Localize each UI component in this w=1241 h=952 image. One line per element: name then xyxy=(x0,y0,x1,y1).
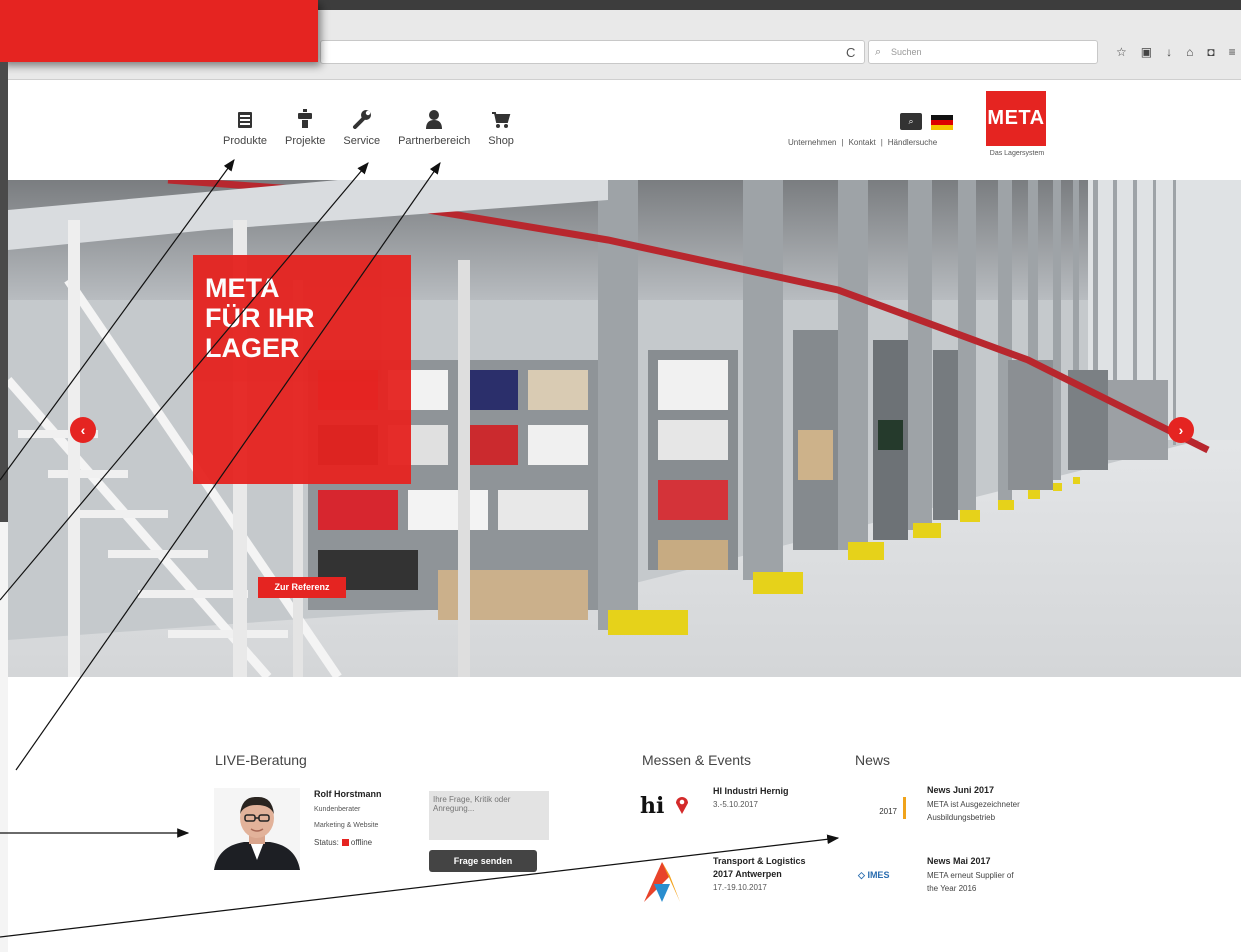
news-text: META ist Ausgezeichneter Ausbildungsbetr… xyxy=(927,800,1020,822)
news-section-title: News xyxy=(855,752,891,768)
link-kontakt[interactable]: Kontakt xyxy=(849,138,876,147)
news-title[interactable]: News Juni 2017 xyxy=(927,785,994,795)
rack-icon xyxy=(295,107,315,129)
imes-logo[interactable]: ◇ IMES xyxy=(858,870,889,881)
left-dark-strip xyxy=(0,62,8,522)
live-section-title: LIVE-Beratung xyxy=(215,752,307,768)
wrench-icon xyxy=(352,107,372,129)
address-bar[interactable] xyxy=(320,40,865,64)
nav-label: Shop xyxy=(488,135,514,147)
status-indicator xyxy=(341,839,349,846)
link-unternehmen[interactable]: Unternehmen xyxy=(788,138,836,147)
nav-label: Produkte xyxy=(223,135,268,147)
nav-label: Partnerbereich xyxy=(398,135,471,147)
main-nav: Produkte Projekte Service Partnerbereich xyxy=(223,107,532,147)
clipboard-icon[interactable]: ▣ xyxy=(1141,45,1152,59)
screenshot-stage: C ⌕ Suchen ☆ ▣ ↓ ⌂ ◘ ≡ Produkte Projekte… xyxy=(0,0,1241,952)
event-date: 3.-5.10.2017 xyxy=(713,800,758,809)
nav-service[interactable]: Service xyxy=(343,107,380,147)
browser-search-input[interactable]: ⌕ Suchen xyxy=(868,40,1098,64)
logo-tagline: Das Lagersystem xyxy=(989,150,1045,157)
event-title[interactable]: Transport & Logistics 2017 Antwerpen xyxy=(713,855,806,881)
cart-icon xyxy=(491,107,511,129)
nav-produkte[interactable]: Produkte xyxy=(223,107,267,147)
top-links: Unternehmen | Kontakt | Händlersuche xyxy=(788,138,938,147)
meta-logo[interactable]: META xyxy=(986,91,1046,146)
home-icon[interactable]: ⌂ xyxy=(1186,45,1193,59)
nav-shop[interactable]: Shop xyxy=(488,107,514,147)
transport-logistics-logo[interactable] xyxy=(640,858,690,903)
language-flag-de[interactable] xyxy=(931,115,953,130)
events-section-title: Messen & Events xyxy=(642,752,751,768)
nav-projekte[interactable]: Projekte xyxy=(285,107,325,147)
hero-slider: META FÜR IHR LAGER Zur Referenz ‹ › xyxy=(8,180,1241,677)
advisor-photo xyxy=(214,788,300,870)
advisor-status: Status: offline xyxy=(314,838,373,847)
slider-next-button[interactable]: › xyxy=(1168,417,1194,443)
search-icon: ⌕ xyxy=(908,116,914,126)
reload-icon[interactable]: C xyxy=(846,45,855,60)
advisor-role: Kundenberater Marketing & Website xyxy=(314,806,379,829)
event-title[interactable]: HI Industri Hernig xyxy=(713,785,789,798)
slider-prev-button[interactable]: ‹ xyxy=(70,417,96,443)
hi-event-logo[interactable]: hi xyxy=(640,793,692,823)
download-icon[interactable]: ↓ xyxy=(1166,45,1172,59)
question-input[interactable] xyxy=(429,791,549,840)
browser-search-placeholder: Suchen xyxy=(891,47,922,57)
nav-label: Service xyxy=(343,135,381,147)
list-icon xyxy=(235,107,255,129)
menu-icon[interactable]: ≡ xyxy=(1229,45,1236,59)
user-icon xyxy=(424,107,444,129)
chevron-right-icon: › xyxy=(1178,422,1184,438)
status-value: offline xyxy=(350,838,373,847)
news-text: META erneut Supplier of the Year 2016 xyxy=(927,871,1014,893)
pocket-icon[interactable]: ◘ xyxy=(1207,45,1214,59)
site-search-button[interactable]: ⌕ xyxy=(900,113,922,130)
advisor-name: Rolf Horstmann xyxy=(314,789,382,799)
chevron-left-icon: ‹ xyxy=(80,422,86,438)
nav-partnerbereich[interactable]: Partnerbereich xyxy=(398,107,470,147)
star-icon[interactable]: ☆ xyxy=(1116,45,1127,59)
news-title[interactable]: News Mai 2017 xyxy=(927,856,991,866)
hero-reference-button[interactable]: Zur Referenz xyxy=(258,577,346,598)
event-date: 17.-19.10.2017 xyxy=(713,883,767,892)
hero-headline-box: META FÜR IHR LAGER xyxy=(193,255,411,484)
hero-headline: META FÜR IHR LAGER xyxy=(205,273,315,363)
link-haendlersuche[interactable]: Händlersuche xyxy=(888,138,937,147)
web-page: Produkte Projekte Service Partnerbereich xyxy=(8,80,1241,952)
send-question-button[interactable]: Frage senden xyxy=(429,850,537,872)
search-icon: ⌕ xyxy=(875,46,882,58)
diamond-icon: ◇ xyxy=(858,870,865,880)
nav-label: Projekte xyxy=(285,135,326,147)
award-logo[interactable]: 2017 xyxy=(856,797,906,819)
browser-toolbar-icons: ☆ ▣ ↓ ⌂ ◘ ≡ xyxy=(1116,45,1236,59)
red-corner-overlay xyxy=(0,0,318,62)
